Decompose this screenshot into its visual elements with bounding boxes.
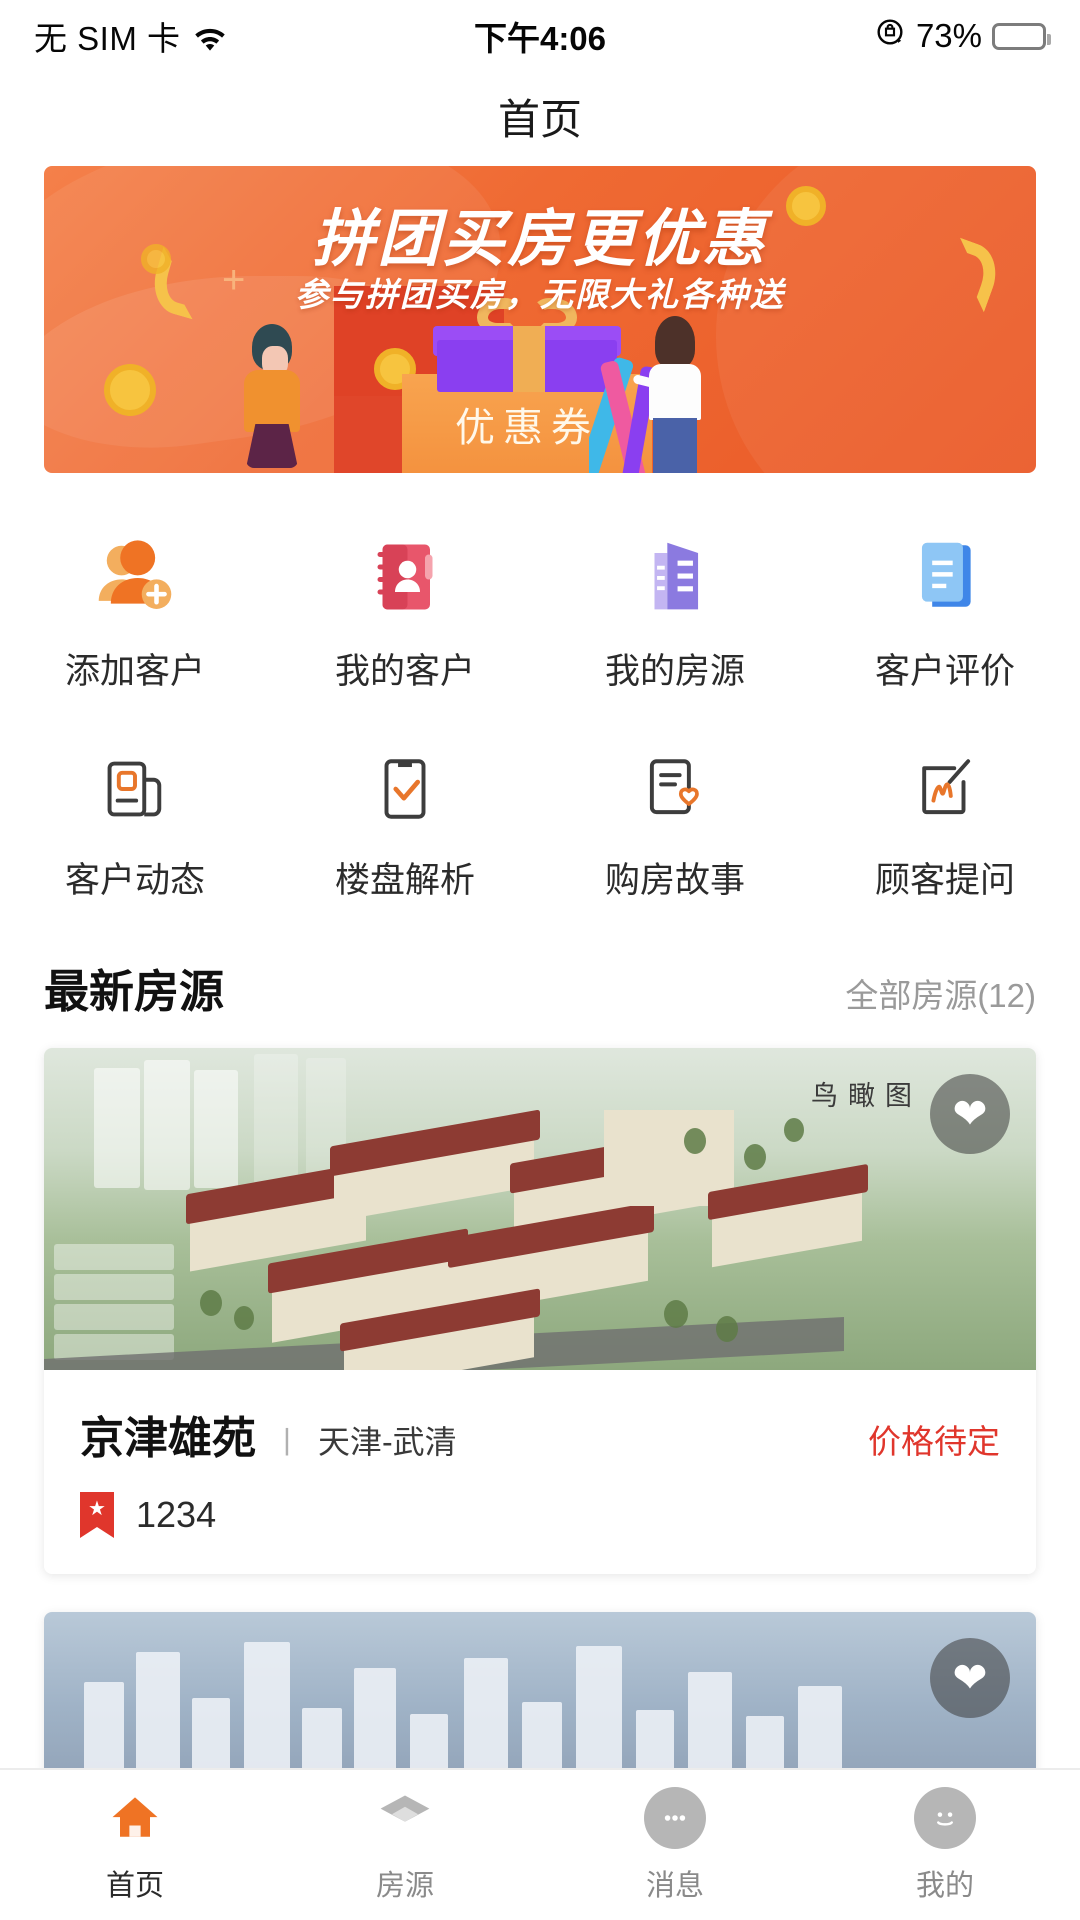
customer-book-icon [365, 525, 445, 617]
menu-label: 我的房源 [604, 652, 745, 691]
tab-profile[interactable]: 我的 [810, 1786, 1080, 1904]
menu-label: 顾客提问 [874, 861, 1015, 900]
listing-price: 价格待定 [868, 1423, 1000, 1460]
latest-listings-header: 最新房源 全部房源(12) [0, 933, 1080, 1020]
favorite-button[interactable]: ❤ [930, 1074, 1010, 1154]
add-customer-icon [92, 525, 178, 617]
all-listings-link[interactable]: 全部房源(12) [845, 969, 1036, 1017]
menu-item-my-listings[interactable]: 我的房源 [540, 511, 810, 720]
quick-menu-row-1: 添加客户 我的客户 我的房源 客户评价 [0, 511, 1080, 720]
tab-label: 首页 [105, 1870, 164, 1902]
menu-label: 添加客户 [64, 652, 205, 691]
property-analysis-icon [368, 734, 442, 826]
battery-icon [992, 22, 1051, 50]
coin-icon [104, 364, 156, 416]
profile-icon [913, 1786, 977, 1850]
promo-banner[interactable]: + 优惠券 拼团买房更优惠 参与拼团买房，无限大礼各种送 [44, 166, 1036, 473]
menu-item-customer-review[interactable]: 客户评价 [810, 511, 1080, 720]
carrier-label: 无 SIM 卡 [34, 20, 181, 57]
message-icon [643, 1786, 707, 1850]
customer-review-icon [904, 525, 986, 617]
tab-label: 我的 [915, 1870, 974, 1902]
menu-item-add-customer[interactable]: 添加客户 [0, 511, 270, 720]
bottom-tab-bar: 首页 房源 消息 我的 [0, 1768, 1080, 1920]
menu-item-my-customers[interactable]: 我的客户 [270, 511, 540, 720]
wifi-icon [193, 23, 227, 51]
tab-listings[interactable]: 房源 [270, 1786, 540, 1904]
listing-location: 天津-武清 [318, 1424, 457, 1460]
listing-count: 1234 [136, 1494, 217, 1535]
favorite-button[interactable]: ❤ [930, 1638, 1010, 1718]
customer-activity-icon [98, 734, 172, 826]
menu-item-customer-activity[interactable]: 客户动态 [0, 720, 270, 929]
status-bar-left: 无 SIM 卡 [34, 12, 227, 60]
listing-name: 京津雄苑 [80, 1414, 256, 1463]
listing-separator: 丨 [272, 1427, 302, 1460]
listing-image: 鸟瞰图 ❤ [44, 1048, 1036, 1370]
heart-icon: ❤ [952, 1654, 988, 1701]
page-title: 首页 [497, 95, 582, 143]
listing-meta-row: ★ 1234 [80, 1492, 1000, 1538]
menu-label: 购房故事 [604, 861, 745, 900]
tab-label: 消息 [645, 1870, 704, 1902]
star-ribbon-icon: ★ [80, 1492, 114, 1538]
banner-title: 拼团买房更优惠 [312, 205, 768, 274]
menu-item-customer-question[interactable]: 顾客提问 [810, 720, 1080, 929]
listing-info: 京津雄苑 丨 天津-武清 价格待定 ★ 1234 [44, 1370, 1036, 1574]
page-header: 首页 [0, 72, 1080, 160]
heart-icon: ❤ [952, 1090, 988, 1137]
section-title: 最新房源 [44, 966, 225, 1017]
menu-label: 楼盘解析 [334, 861, 475, 900]
banner-person-left [236, 324, 306, 473]
app-screen: 无 SIM 卡 下午4:06 73% 首页 + 优惠券 拼团买房更优惠 参与拼团… [0, 0, 1080, 1920]
tab-label: 房源 [375, 1870, 434, 1902]
menu-label: 客户动态 [64, 861, 205, 900]
tab-home[interactable]: 首页 [0, 1786, 270, 1904]
tab-messages[interactable]: 消息 [540, 1786, 810, 1904]
customer-question-icon [908, 734, 982, 826]
status-bar: 无 SIM 卡 下午4:06 73% [0, 0, 1080, 72]
rotation-lock-icon [874, 16, 906, 56]
menu-item-property-analysis[interactable]: 楼盘解析 [270, 720, 540, 929]
buying-story-icon [638, 734, 712, 826]
banner-subtitle: 参与拼团买房，无限大礼各种送 [295, 276, 785, 313]
battery-percent-label: 73% [915, 17, 982, 54]
listings-icon [373, 1786, 437, 1850]
status-bar-right: 73% [874, 16, 1051, 56]
home-icon [103, 1786, 167, 1850]
banner-person-right [632, 316, 711, 473]
listing-image-tag: 鸟瞰图 [811, 1081, 922, 1111]
quick-menu-row-2: 客户动态 楼盘解析 购房故事 顾客提问 [0, 720, 1080, 929]
menu-item-buying-story[interactable]: 购房故事 [540, 720, 810, 929]
menu-label: 我的客户 [334, 652, 475, 691]
my-listings-icon [634, 525, 716, 617]
listing-card[interactable]: 鸟瞰图 ❤ 京津雄苑 丨 天津-武清 价格待定 ★ 1234 [44, 1048, 1036, 1574]
quick-menu-grid: 添加客户 我的客户 我的房源 客户评价 客户动态 楼盘解析 购房故事 顾客提问 [0, 473, 1080, 933]
menu-label: 客户评价 [874, 652, 1015, 691]
listing-title-row: 京津雄苑 丨 天津-武清 价格待定 [80, 1402, 1000, 1466]
banner-section: + 优惠券 拼团买房更优惠 参与拼团买房，无限大礼各种送 [0, 166, 1080, 473]
